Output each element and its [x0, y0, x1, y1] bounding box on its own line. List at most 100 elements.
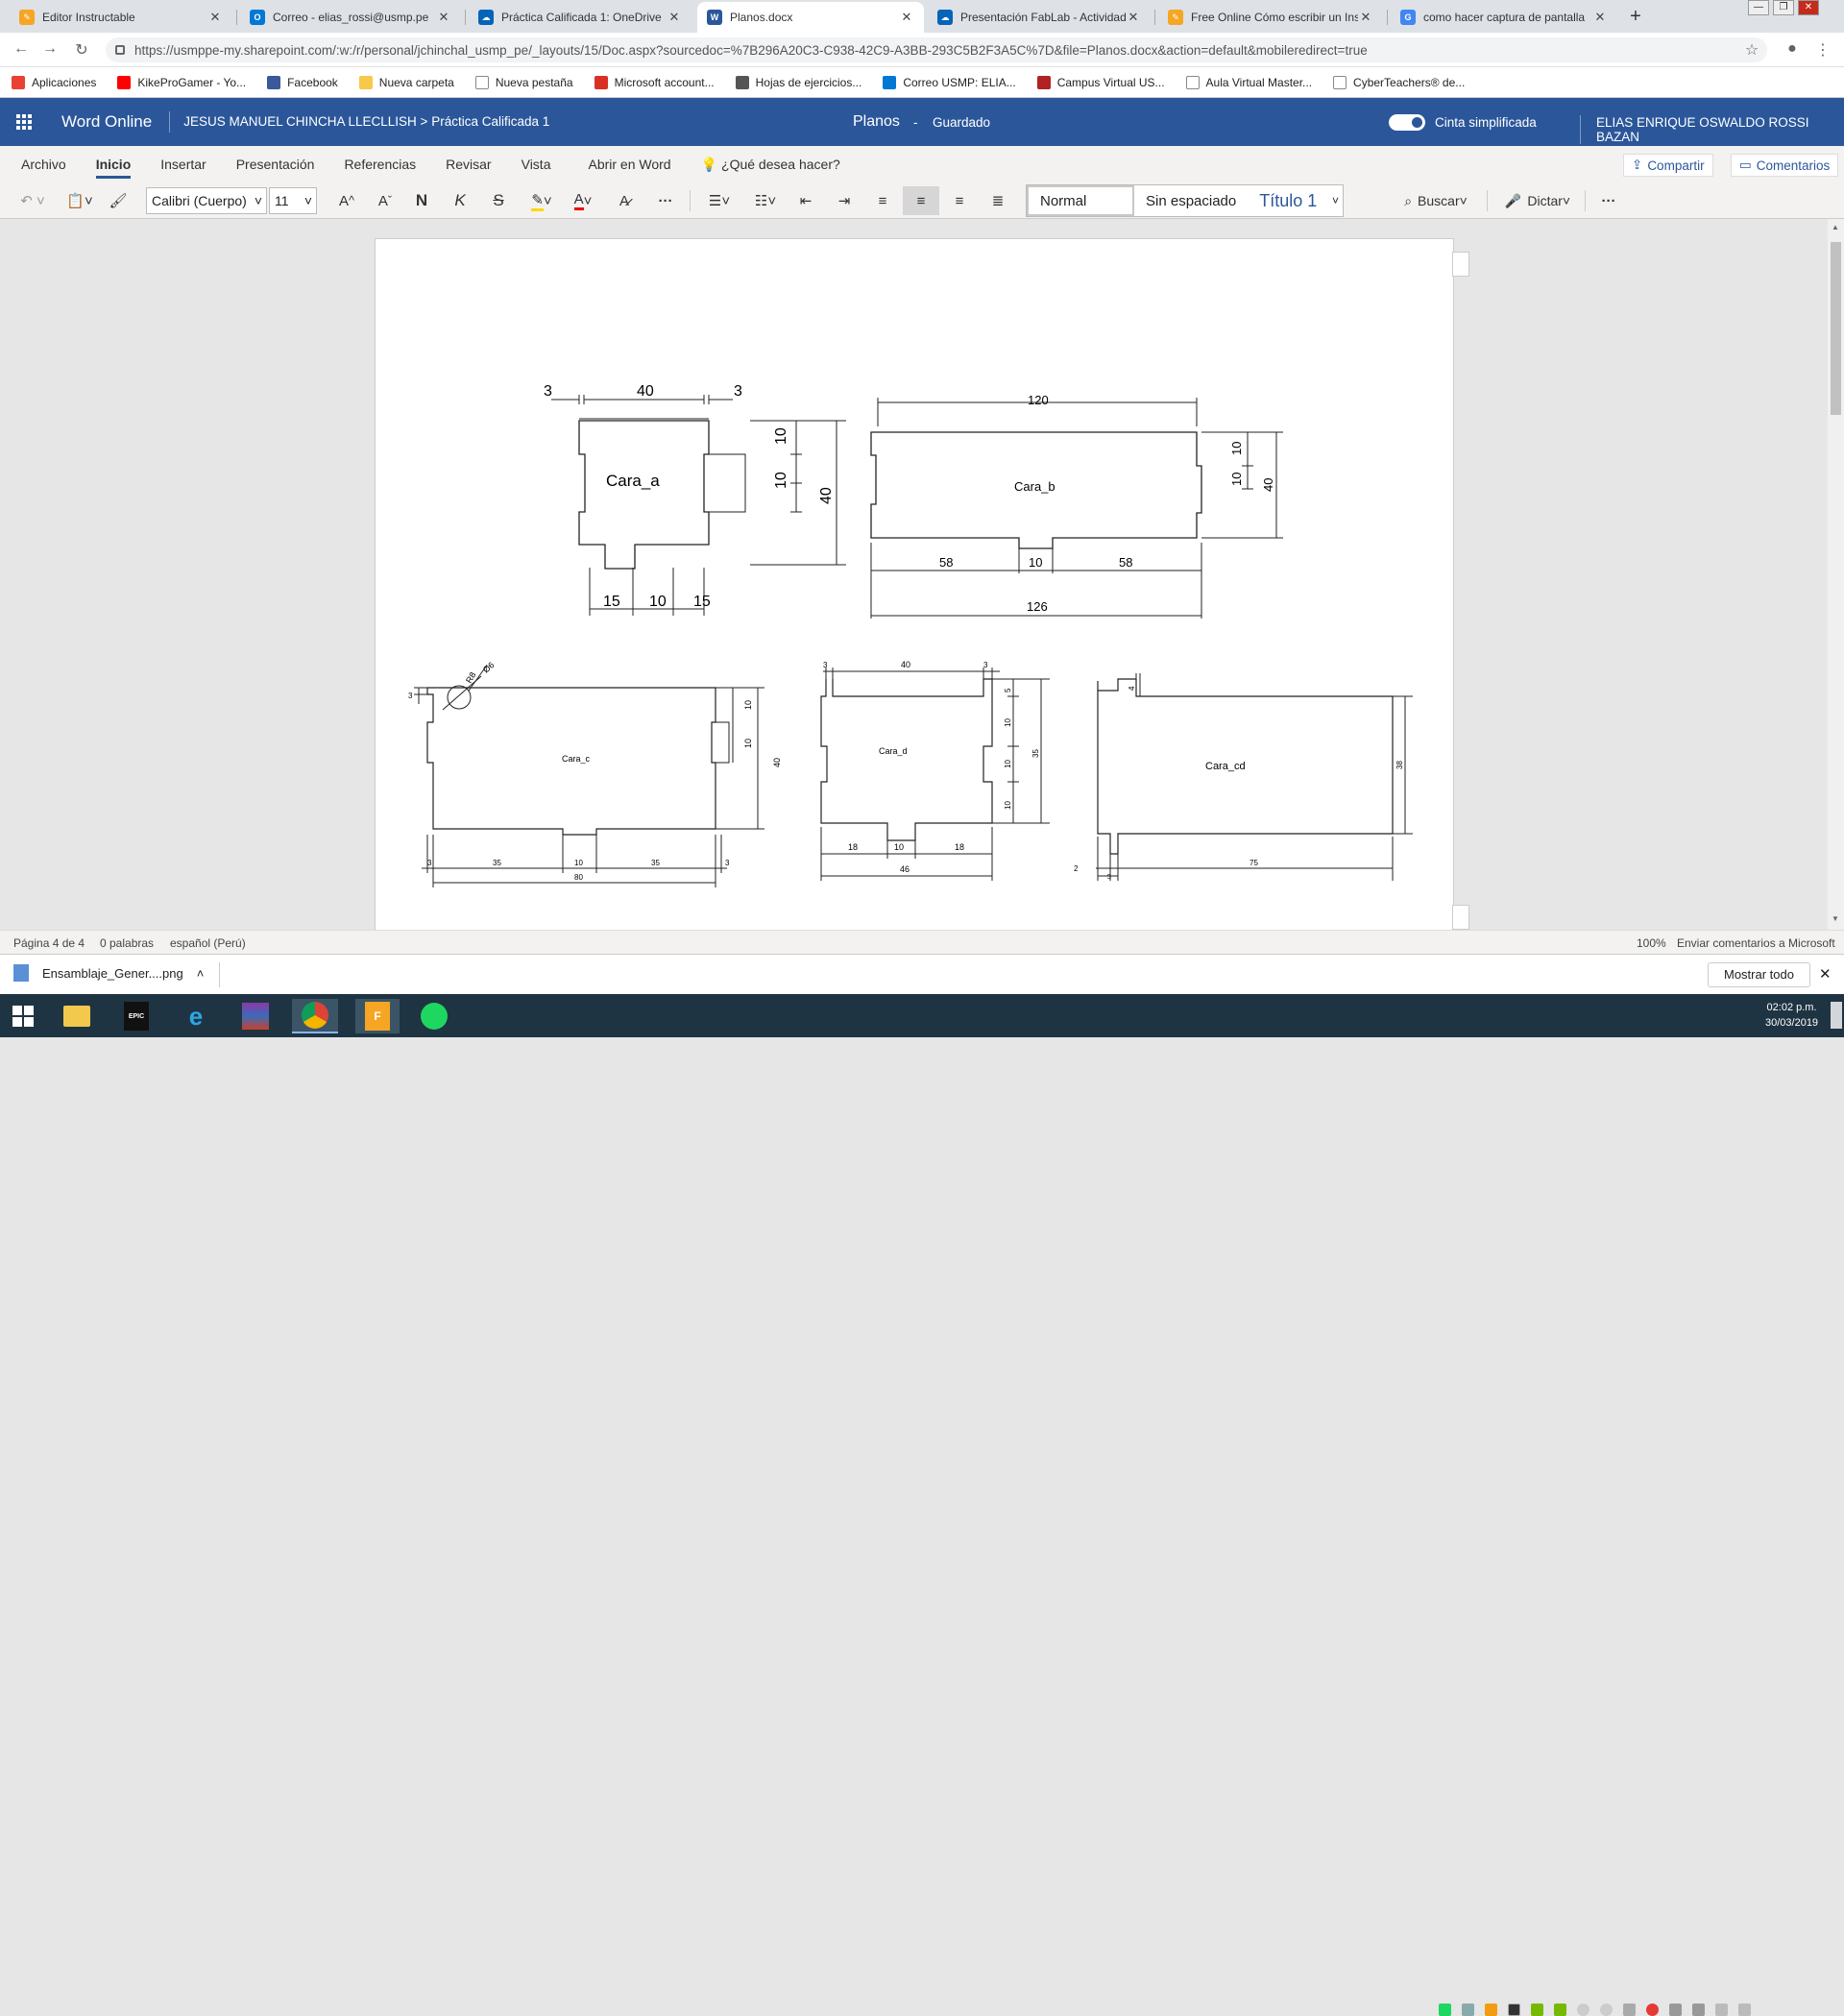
- file-explorer-icon[interactable]: [60, 999, 94, 1033]
- italic-button[interactable]: K: [448, 186, 473, 215]
- bold-button[interactable]: N: [409, 186, 434, 215]
- bullets-icon[interactable]: ☰˅: [701, 186, 738, 215]
- decrease-indent-icon[interactable]: ⇤: [793, 186, 818, 215]
- new-tab-button[interactable]: +: [1625, 6, 1646, 27]
- tray-network-icon[interactable]: [1669, 2004, 1682, 2016]
- tab-editor-instructable[interactable]: ✎ Editor Instructable ✕: [10, 2, 232, 33]
- notifications-icon[interactable]: [1831, 1002, 1842, 1029]
- font-size-select[interactable]: 11 ˅: [269, 187, 317, 214]
- justify-icon[interactable]: ≣: [985, 186, 1010, 215]
- windows-start-icon[interactable]: [6, 999, 40, 1033]
- style-heading-1[interactable]: Título 1: [1248, 185, 1328, 216]
- bookmark-aula[interactable]: Aula Virtual Master...: [1185, 75, 1312, 89]
- chevron-down-icon[interactable]: ˅: [1332, 194, 1343, 207]
- dictate-button[interactable]: 🎤 Dictar ˅: [1496, 186, 1579, 215]
- undo-icon[interactable]: ↶ ˅: [13, 186, 52, 215]
- tray-sync-icon[interactable]: [1600, 2004, 1613, 2016]
- bookmark-folder[interactable]: Nueva carpeta: [358, 75, 454, 89]
- more-options-button[interactable]: ···: [649, 186, 682, 215]
- bookmark-facebook[interactable]: Facebook: [267, 75, 338, 89]
- style-normal[interactable]: Normal: [1027, 185, 1134, 216]
- app-name[interactable]: Word Online: [61, 112, 152, 132]
- shrink-font-icon[interactable]: Aˇ: [371, 186, 400, 215]
- close-icon[interactable]: ✕: [1592, 10, 1608, 25]
- tab-correo[interactable]: O Correo - elias_rossi@usmp.pe ✕: [240, 2, 461, 33]
- tab-onedrive[interactable]: ☁ Práctica Calificada 1: OneDrive ✕: [469, 2, 692, 33]
- grow-font-icon[interactable]: A ^: [332, 186, 361, 215]
- tray-epic-icon[interactable]: [1508, 2004, 1520, 2016]
- scroll-down-icon[interactable]: ▼: [1832, 914, 1839, 923]
- bookmark-cyberteachers[interactable]: CyberTeachers® de...: [1333, 75, 1465, 89]
- find-button[interactable]: ⌕ Buscar ˅: [1393, 186, 1479, 215]
- tray-flag-icon[interactable]: [1692, 2004, 1705, 2016]
- share-button[interactable]: ⇪ Compartir: [1623, 154, 1713, 177]
- open-in-word-button[interactable]: Abrir en Word: [588, 146, 670, 182]
- close-window-button[interactable]: ✕: [1798, 0, 1819, 15]
- close-icon[interactable]: ✕: [436, 10, 451, 25]
- tray-antivirus-icon[interactable]: [1646, 2004, 1659, 2016]
- tell-me-box[interactable]: 💡 ¿Qué desea hacer?: [701, 146, 840, 182]
- tab-presentacion-fablab[interactable]: ☁ Presentación FabLab - Actividad ✕: [928, 2, 1151, 33]
- tab-archivo[interactable]: Archivo: [21, 146, 66, 182]
- chevron-up-icon[interactable]: ˄: [197, 966, 205, 981]
- reload-icon[interactable]: ↻: [72, 40, 91, 60]
- tab-insertar[interactable]: Insertar: [160, 146, 206, 182]
- bookmark-hojas[interactable]: Hojas de ejercicios...: [735, 75, 861, 89]
- breadcrumb[interactable]: JESUS MANUEL CHINCHA LLECLLISH > Práctic…: [169, 111, 549, 133]
- zoom-level[interactable]: 100%: [1637, 936, 1666, 950]
- clear-format-icon[interactable]: A̷: [611, 186, 638, 215]
- strikethrough-button[interactable]: S: [486, 186, 511, 215]
- simplified-ribbon-toggle[interactable]: [1389, 114, 1425, 131]
- bookmark-correo-usmp[interactable]: Correo USMP: ELIA...: [883, 75, 1016, 89]
- close-icon[interactable]: ✕: [899, 10, 914, 25]
- maximize-button[interactable]: ❐: [1773, 0, 1794, 15]
- scroll-up-icon[interactable]: ▲: [1832, 223, 1839, 231]
- close-icon[interactable]: ✕: [667, 10, 682, 25]
- bookmark-youtube[interactable]: KikeProGamer - Yo...: [117, 75, 246, 89]
- epic-games-icon[interactable]: EPIC: [119, 999, 154, 1033]
- chrome-icon[interactable]: [292, 999, 338, 1033]
- system-clock[interactable]: 02:02 p.m. 30/03/2019: [1765, 1000, 1818, 1031]
- download-item[interactable]: Ensamblaje_Gener....png ˄: [13, 964, 204, 982]
- document-title[interactable]: Planos: [853, 113, 900, 131]
- tab-google-search[interactable]: G como hacer captura de pantalla ✕: [1391, 2, 1617, 33]
- close-icon[interactable]: ✕: [1819, 965, 1832, 983]
- font-color-icon[interactable]: A ˅: [567, 186, 599, 215]
- scrollbar-thumb[interactable]: [1831, 242, 1841, 415]
- url-field[interactable]: https://usmppe-my.sharepoint.com/:w:/r/p…: [106, 37, 1767, 62]
- minimize-button[interactable]: —: [1748, 0, 1769, 15]
- bookmark-campus[interactable]: Campus Virtual US...: [1036, 75, 1165, 89]
- star-icon[interactable]: ☆: [1742, 40, 1761, 60]
- align-right-icon[interactable]: ≡: [947, 186, 972, 215]
- menu-icon[interactable]: ⋮: [1813, 40, 1832, 60]
- feedback-link[interactable]: Enviar comentarios a Microsoft: [1677, 936, 1835, 950]
- close-icon[interactable]: ✕: [207, 10, 223, 25]
- winrar-icon[interactable]: [238, 999, 273, 1033]
- paste-icon[interactable]: 📋˅: [61, 186, 98, 215]
- tray-geforce-icon[interactable]: [1554, 2004, 1566, 2016]
- forward-icon[interactable]: →: [40, 40, 60, 58]
- internet-explorer-icon[interactable]: e: [179, 999, 213, 1033]
- spotify-icon[interactable]: [417, 999, 451, 1033]
- word-count[interactable]: 0 palabras: [100, 936, 154, 950]
- bookmark-new-tab[interactable]: Nueva pestaña: [474, 75, 573, 89]
- numbering-icon[interactable]: ☷˅: [747, 186, 784, 215]
- bookmark-apps[interactable]: Aplicaciones: [12, 75, 96, 89]
- style-no-spacing[interactable]: Sin espaciado: [1134, 185, 1248, 216]
- format-painter-icon[interactable]: 🖌: [106, 186, 131, 215]
- font-family-select[interactable]: Calibri (Cuerpo) ˅: [146, 187, 267, 214]
- comments-button[interactable]: ▭ Comentarios: [1731, 154, 1839, 177]
- vertical-scrollbar[interactable]: ▲ ▼: [1828, 219, 1844, 930]
- tray-volume-icon[interactable]: [1715, 2004, 1728, 2016]
- tab-inicio[interactable]: Inicio: [95, 146, 131, 182]
- tab-vista[interactable]: Vista: [522, 146, 551, 182]
- close-icon[interactable]: ✕: [1126, 10, 1141, 25]
- tab-free-online[interactable]: ✎ Free Online Cómo escribir un Ins ✕: [1158, 2, 1383, 33]
- page-count[interactable]: Página 4 de 4: [13, 936, 85, 950]
- language[interactable]: español (Perú): [170, 936, 246, 950]
- tab-planos-docx[interactable]: W Planos.docx ✕: [697, 2, 924, 33]
- tray-usb-icon[interactable]: [1623, 2004, 1636, 2016]
- back-icon[interactable]: ←: [12, 40, 31, 58]
- highlight-icon[interactable]: ✎ ˅: [524, 186, 559, 215]
- align-left-icon[interactable]: ≡: [870, 186, 895, 215]
